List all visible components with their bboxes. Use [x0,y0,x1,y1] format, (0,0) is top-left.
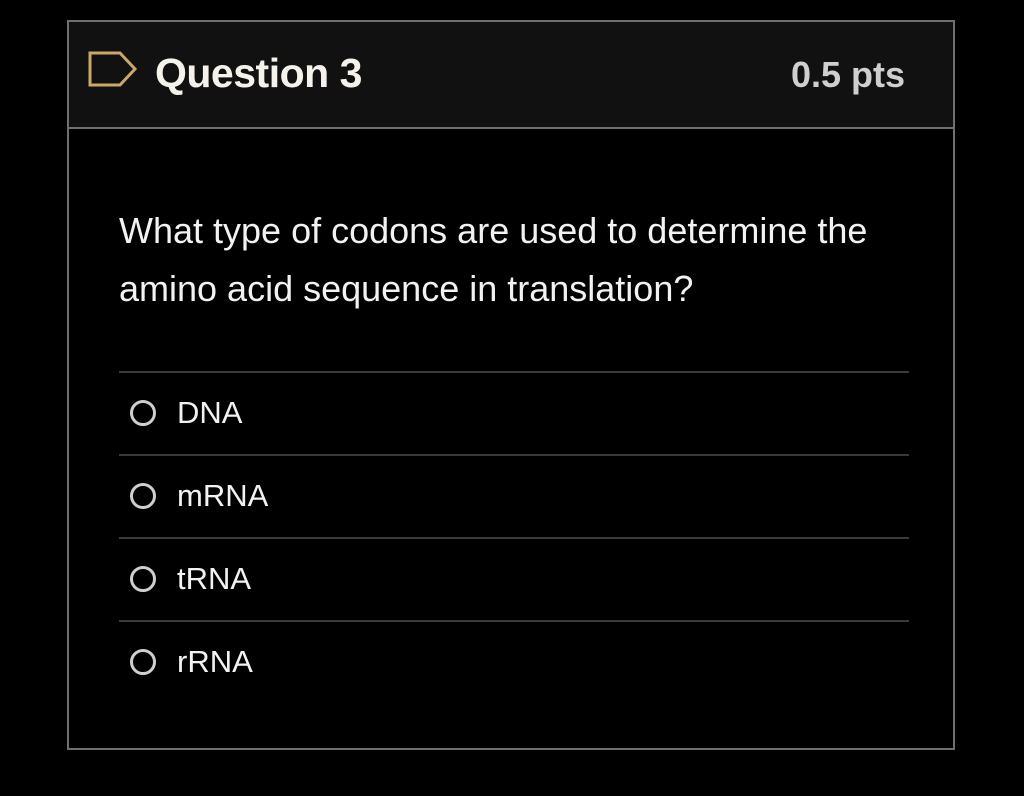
question-text: What type of codons are used to determin… [119,210,868,309]
question-card: Question 3 0.5 pts What type of codons a… [67,20,955,750]
flag-outline-icon[interactable] [88,51,138,87]
radio-button-icon[interactable] [130,483,156,509]
radio-button-icon[interactable] [130,649,156,675]
answer-label: DNA [177,395,243,430]
answer-option-rrna[interactable]: rRNA [119,620,909,703]
question-header: Question 3 0.5 pts [69,22,953,129]
answer-label: tRNA [177,561,252,596]
answer-option-trna[interactable]: tRNA [119,537,909,620]
answer-label: rRNA [177,644,253,679]
answer-option-mrna[interactable]: mRNA [119,454,909,537]
radio-button-icon[interactable] [130,566,156,592]
radio-button-icon[interactable] [130,400,156,426]
answer-list: DNA mRNA tRNA rRNA [119,371,909,703]
question-points: 0.5 pts [790,54,905,95]
answer-label: mRNA [177,478,269,513]
question-title: Question 3 [155,50,362,96]
answer-option-dna[interactable]: DNA [119,371,909,454]
